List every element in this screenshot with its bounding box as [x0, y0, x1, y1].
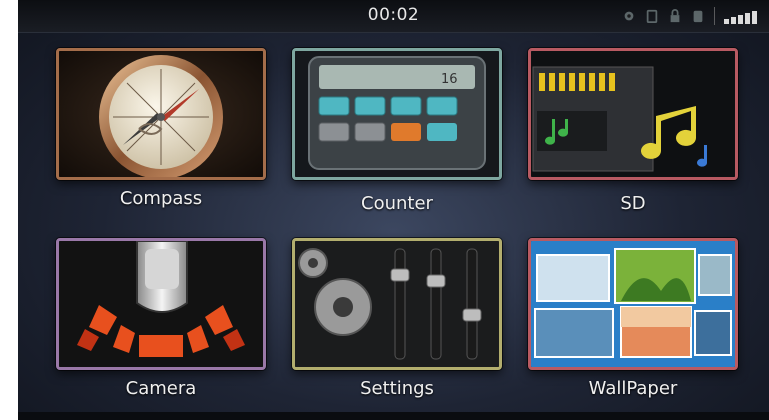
battery-icon	[646, 9, 658, 23]
app-label-wallpaper[interactable]: WallPaper	[528, 378, 738, 399]
status-divider	[714, 7, 715, 25]
storage-icon	[693, 10, 703, 23]
app-tile-camera[interactable]	[56, 238, 266, 370]
status-bar: 00:02	[18, 0, 769, 33]
app-tile-counter[interactable]: 16	[292, 48, 502, 180]
lock-icon	[670, 9, 680, 23]
signal-strength-icon	[724, 8, 757, 24]
app-label-camera[interactable]: Camera	[56, 378, 266, 399]
parking-camera-icon	[59, 241, 263, 367]
calculator-display: 16	[441, 72, 458, 87]
gears-sliders-icon	[295, 241, 499, 367]
app-label-counter[interactable]: Counter	[292, 193, 502, 214]
app-tile-sd[interactable]	[528, 48, 738, 180]
app-tile-settings[interactable]	[292, 238, 502, 370]
compass-icon	[59, 51, 263, 177]
app-tile-compass[interactable]	[56, 48, 266, 180]
app-label-settings[interactable]: Settings	[292, 378, 502, 399]
wallpaper-icon	[531, 241, 735, 367]
gear-icon	[624, 11, 634, 21]
app-label-compass[interactable]: Compass	[56, 188, 266, 209]
app-label-sd[interactable]: SD	[528, 193, 738, 214]
sd-card-music-icon	[531, 51, 735, 177]
home-screen: 00:02 Compass 16 Counter SD Camera Setti…	[18, 0, 769, 420]
app-tile-wallpaper[interactable]	[528, 238, 738, 370]
status-icons	[622, 7, 757, 25]
bottom-strip	[18, 412, 769, 420]
calculator-icon: 16	[295, 51, 499, 177]
